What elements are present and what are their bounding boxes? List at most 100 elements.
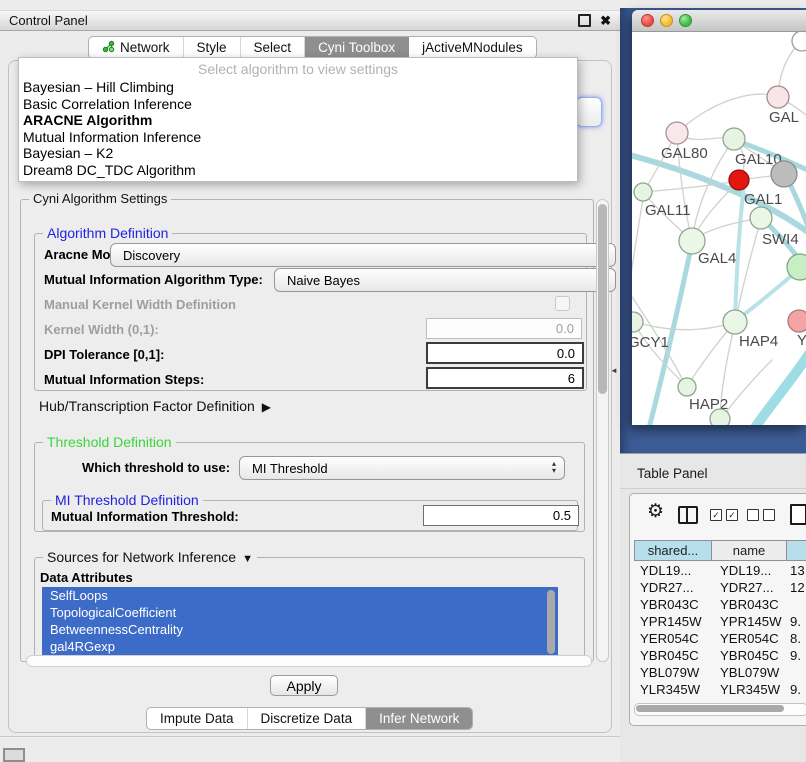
hub-definition-toggle[interactable]: Hub/Transcription Factor Definition▶ — [39, 398, 271, 414]
node-gal-right[interactable] — [767, 86, 789, 108]
mi-threshold-label: Mutual Information Threshold: — [51, 509, 239, 524]
table-rows: YDL19...YDL19...13YDR27...YDR27...12YBR0… — [634, 562, 806, 702]
settings-horizontal-scrollbar[interactable] — [26, 655, 592, 667]
data-attribute-item[interactable]: BetweennessCentrality — [42, 621, 558, 638]
mi-threshold-field[interactable] — [423, 505, 579, 526]
algorithm-option[interactable]: Mutual Information Inference — [19, 129, 577, 146]
network-node-label: HAP4 — [739, 333, 778, 350]
node-bottom[interactable] — [710, 409, 730, 425]
attributes-scrollbar[interactable] — [547, 590, 555, 654]
which-threshold-select[interactable]: MI Threshold ▴▾ — [239, 456, 565, 480]
tab-style[interactable]: Style — [184, 37, 241, 58]
table-row[interactable]: YDL19...YDL19...13 — [634, 562, 806, 579]
algorithm-option[interactable]: Basic Correlation Inference — [19, 96, 577, 113]
node-gal10[interactable] — [723, 128, 745, 150]
table-row[interactable]: YBR045CYBR045C9. — [634, 647, 806, 664]
data-attribute-item[interactable]: gal4RGexp — [42, 638, 558, 655]
table-row[interactable]: YER054CYER054C8. — [634, 630, 806, 647]
dpi-tolerance-field[interactable] — [426, 342, 584, 364]
apply-button[interactable]: Apply — [270, 675, 338, 696]
mi-type-select[interactable]: Naive Bayes ▴▾ — [274, 268, 616, 292]
network-node-label: GAL80 — [661, 145, 708, 162]
sources-title: Sources for Network Inference — [47, 549, 236, 565]
table-cell: 9 — [787, 699, 806, 702]
table-cell: 9. — [787, 682, 806, 697]
network-node-label: GAL11 — [645, 202, 691, 219]
close-icon[interactable]: ✖ — [600, 14, 611, 27]
tab-infer-network[interactable]: Infer Network — [366, 708, 472, 729]
node-gal11[interactable] — [634, 183, 652, 201]
node-salmon[interactable] — [788, 310, 806, 332]
node-gal1[interactable] — [750, 207, 772, 229]
bottom-left-button[interactable] — [3, 748, 25, 762]
expanded-arrow-icon: ▼ — [242, 553, 253, 565]
table-row[interactable]: YDR27...YDR27...12 — [634, 579, 806, 596]
table-cell: YBR045C — [712, 648, 787, 663]
document-icon[interactable] — [790, 504, 806, 525]
column-header-name[interactable]: name — [712, 540, 787, 561]
manual-kernel-label: Manual Kernel Width Definition — [44, 297, 236, 312]
cyni-mode-tabs: Impute DataDiscretize DataInfer Network — [146, 707, 473, 730]
gear-icon[interactable]: ⚙ — [647, 502, 664, 522]
close-traffic-light-icon[interactable] — [641, 14, 654, 27]
which-threshold-label: Which threshold to use: — [82, 460, 230, 475]
network-window-titlebar[interactable] — [632, 10, 806, 32]
select-all-columns-icon[interactable]: ✓ ✓ — [710, 509, 738, 521]
aracne-mode-select[interactable]: Discovery ▴▾ — [110, 243, 616, 267]
tab-network[interactable]: Network — [89, 37, 184, 58]
node-hap4[interactable] — [723, 310, 747, 334]
table-row[interactable]: YBR043CYBR043C — [634, 596, 806, 613]
node-gray[interactable] — [771, 161, 797, 187]
table-cell: 9. — [787, 648, 806, 663]
minimize-traffic-light-icon[interactable] — [660, 14, 673, 27]
node-hap2[interactable] — [678, 378, 696, 396]
deselect-all-columns-icon[interactable] — [747, 509, 775, 521]
column-header-clipped[interactable] — [787, 540, 806, 561]
network-edge — [632, 193, 644, 310]
manual-kernel-checkbox[interactable] — [555, 296, 570, 311]
table-cell: 9. — [787, 614, 806, 629]
table-cell: YBR043C — [712, 597, 787, 612]
table-cell: YPR145W — [712, 614, 787, 629]
column-header-shared-name[interactable]: shared... — [634, 540, 712, 561]
sources-toggle[interactable]: Sources for Network Inference ▼ — [43, 549, 257, 565]
algorithm-option[interactable]: ARACNE Algorithm — [19, 112, 577, 129]
panel-splitter-handle[interactable]: ◄ — [610, 366, 618, 375]
zoom-traffic-light-icon[interactable] — [679, 14, 692, 27]
algorithm-combo-fragment[interactable] — [576, 97, 602, 127]
table-row[interactable]: YIL052CYIL052C9 — [634, 698, 806, 702]
data-attribute-item[interactable]: TopologicalCoefficient — [42, 604, 558, 621]
float-window-icon[interactable] — [578, 14, 591, 27]
tab-cyni-toolbox[interactable]: Cyni Toolbox — [305, 37, 409, 58]
algorithm-option[interactable]: Bayesian – Hill Climbing — [19, 79, 577, 96]
node-selected-red[interactable] — [729, 170, 749, 190]
tab-impute-data[interactable]: Impute Data — [147, 708, 248, 729]
node-gal80[interactable] — [666, 122, 688, 144]
table-row[interactable]: YBL079WYBL079W — [634, 664, 806, 681]
table-cell: YDL19... — [634, 563, 712, 578]
node-gcy1[interactable] — [632, 312, 643, 332]
tab-jactivemnodules[interactable]: jActiveMNodules — [409, 37, 536, 58]
algorithm-dropdown: Select algorithm to view settings Bayesi… — [18, 57, 578, 182]
kernel-width-field[interactable] — [426, 318, 582, 339]
data-attribute-item[interactable]: SelfLoops — [42, 587, 558, 604]
network-view[interactable]: GALGAL80GAL10GAL1GAL11SWI4GAL4GCY1HAP4YH… — [632, 32, 806, 425]
table-row[interactable]: YPR145WYPR145W9. — [634, 613, 806, 630]
control-panel-titlebar: Control Panel ✖ — [0, 10, 620, 31]
checked-box-icon: ✓ — [726, 509, 738, 521]
table-cell: YBR043C — [634, 597, 712, 612]
network-node-label: GAL — [769, 109, 799, 126]
tab-select[interactable]: Select — [241, 37, 306, 58]
settings-vertical-scrollbar-thumb[interactable] — [598, 204, 607, 394]
mi-steps-field[interactable] — [426, 367, 584, 389]
table-horizontal-scrollbar-thumb[interactable] — [636, 705, 784, 712]
settings-vertical-scrollbar[interactable] — [596, 199, 609, 662]
tab-label: Cyni Toolbox — [318, 40, 395, 55]
algorithm-option[interactable]: Bayesian – K2 — [19, 145, 577, 162]
algorithm-option[interactable]: Dream8 DC_TDC Algorithm — [19, 162, 577, 179]
node-swi4[interactable] — [787, 254, 806, 280]
columns-icon[interactable] — [678, 506, 698, 524]
table-row[interactable]: YLR345WYLR345W9. — [634, 681, 806, 698]
tab-discretize-data[interactable]: Discretize Data — [248, 708, 367, 729]
table-horizontal-scrollbar[interactable] — [634, 703, 806, 716]
